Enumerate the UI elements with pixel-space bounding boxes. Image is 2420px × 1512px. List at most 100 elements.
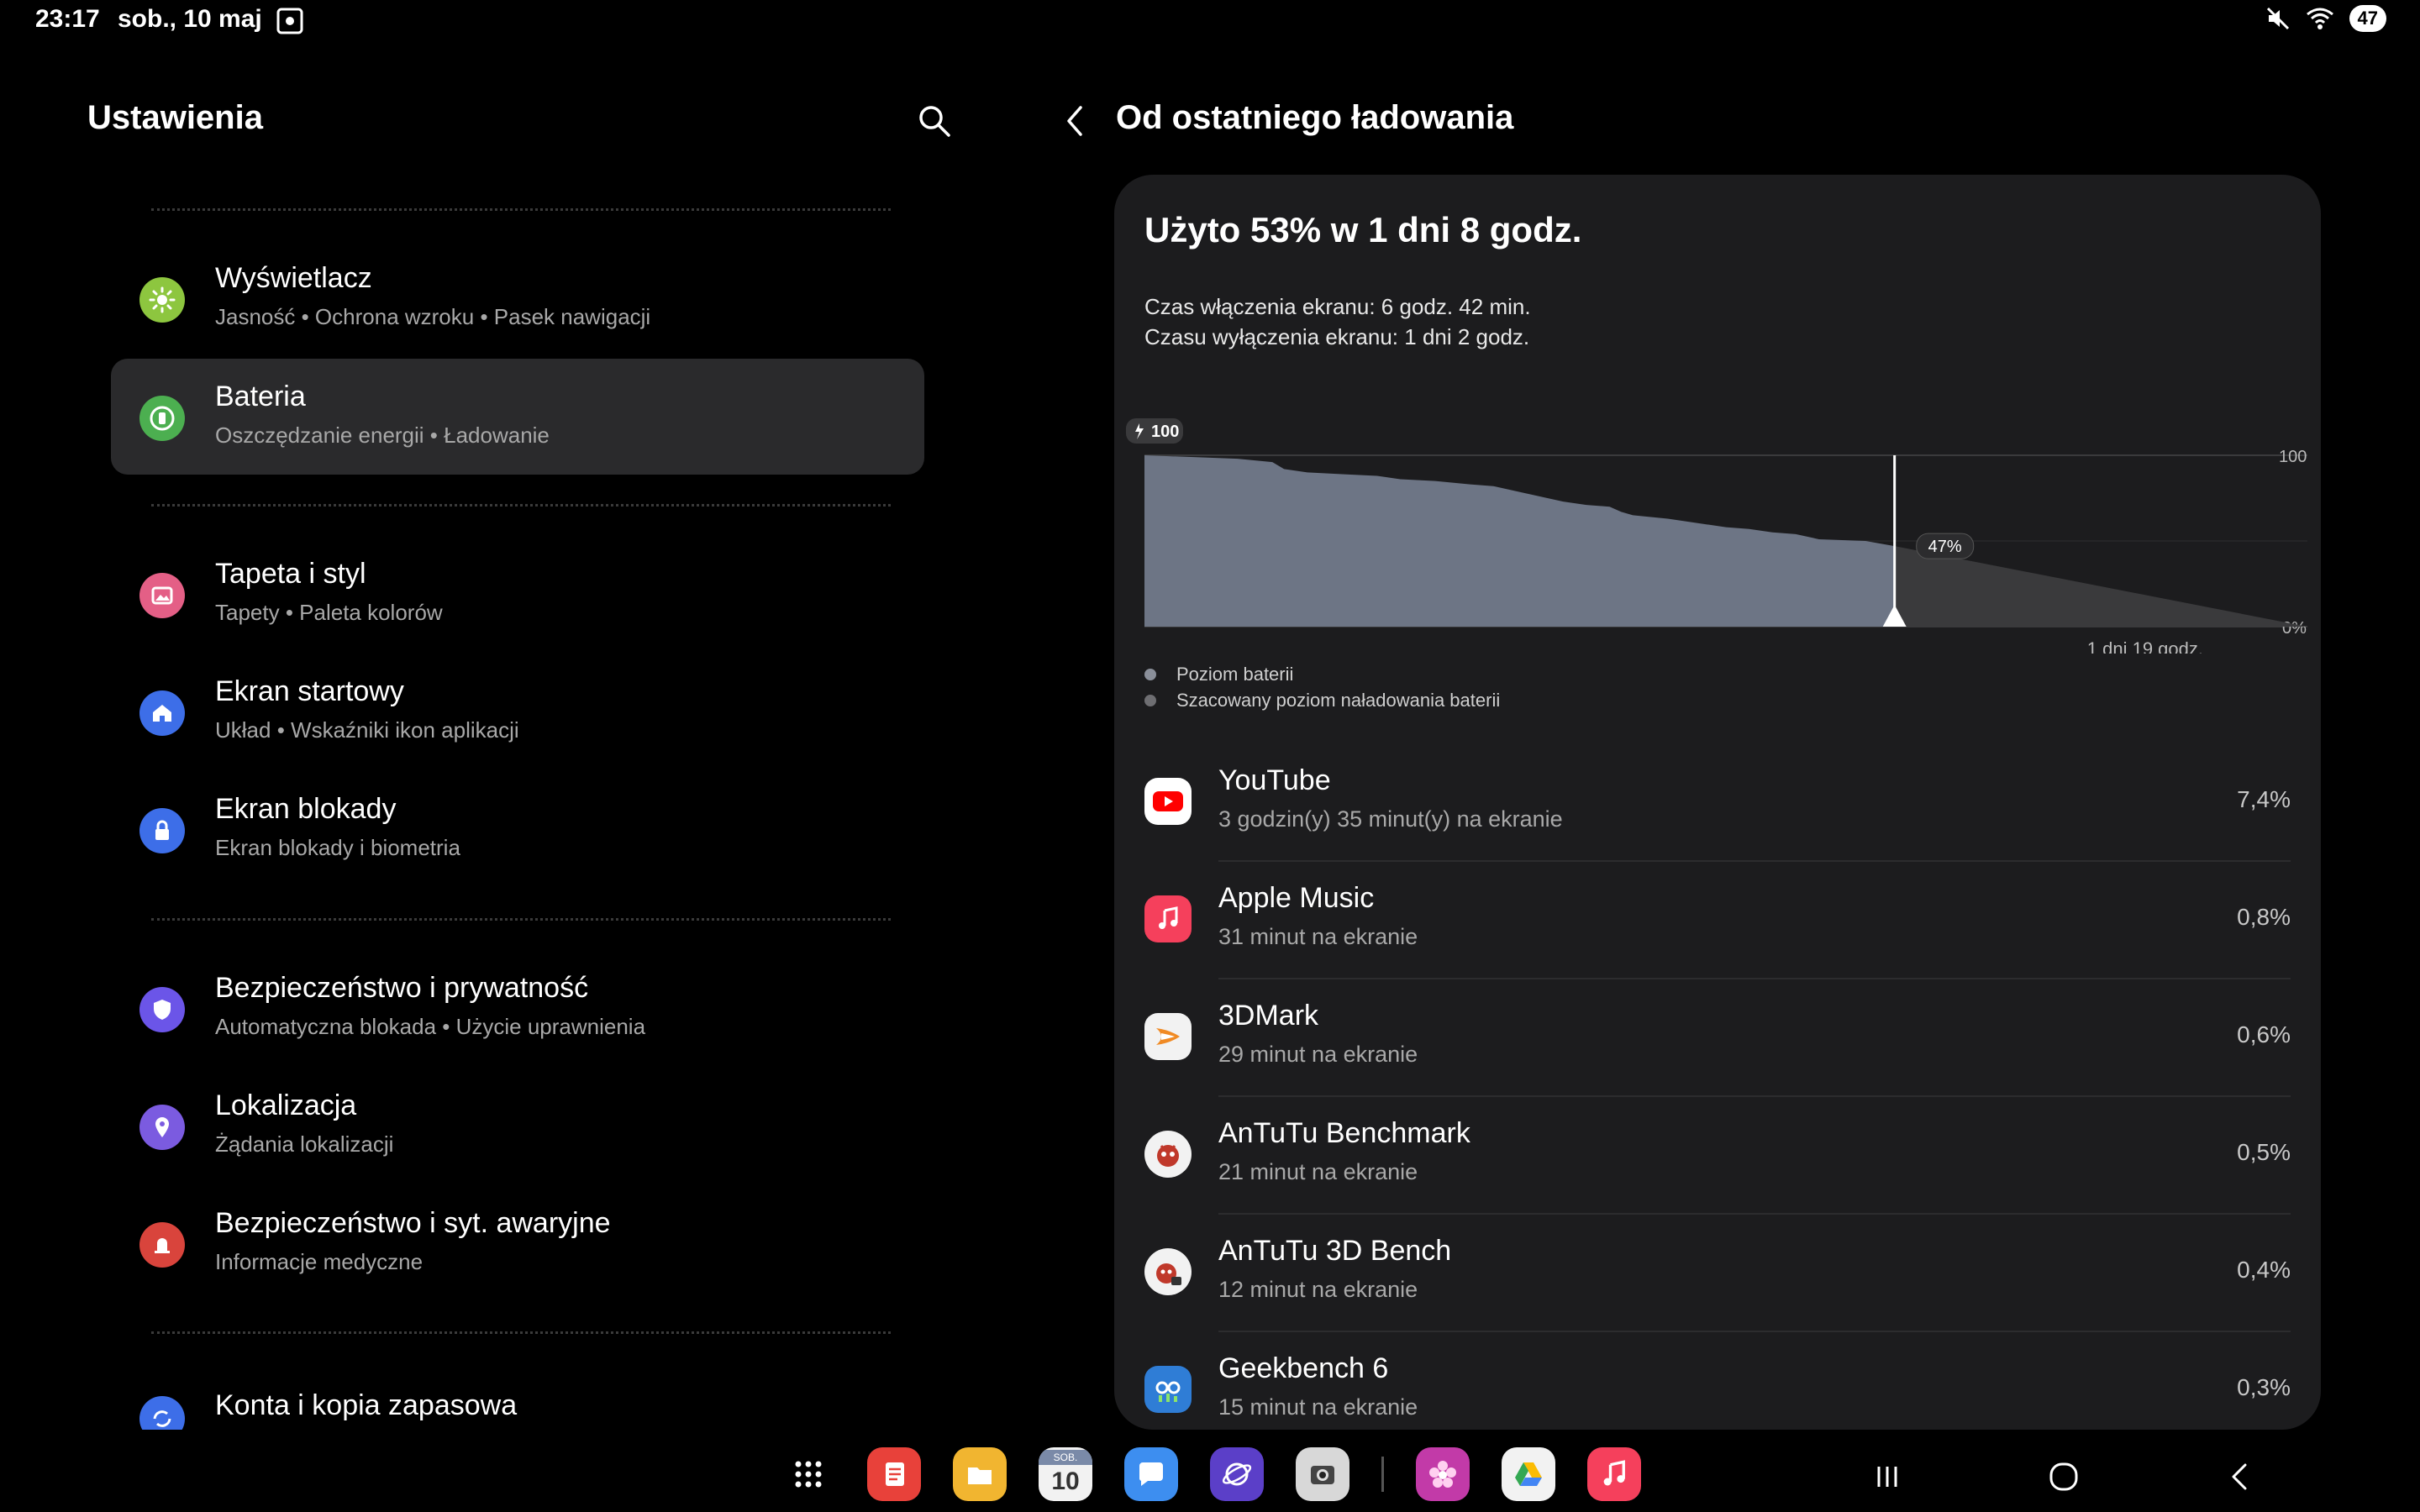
screenshot-icon xyxy=(276,8,303,34)
music-icon[interactable] xyxy=(1587,1447,1641,1501)
legend-dot xyxy=(1144,669,1156,680)
settings-item-title: Wyświetlacz xyxy=(215,262,372,294)
y-tick-label-0: 0% xyxy=(2282,619,2307,638)
legend-label: Poziom baterii xyxy=(1176,664,1294,685)
emergency-icon xyxy=(139,1222,185,1268)
shield-icon xyxy=(139,987,185,1032)
settings-item-display[interactable]: Wyświetlacz Jasność • Ochrona wzroku • P… xyxy=(111,240,924,356)
usage-headline: Użyto 53% w 1 dni 8 godz. xyxy=(1144,210,1582,249)
app-name: YouTube xyxy=(1218,764,1331,796)
app-usage: 29 minut na ekranie xyxy=(1218,1042,1418,1067)
battery-usage-card: Użyto 53% w 1 dni 8 godz. Czas włączenia… xyxy=(1114,175,2321,1430)
app-percent: 0,5% xyxy=(2237,1139,2291,1165)
recent-apps-icon xyxy=(1877,1467,1897,1487)
wallpaper-icon xyxy=(139,573,185,618)
settings-item-title: Tapeta i styl xyxy=(215,558,366,590)
home-icon xyxy=(139,690,185,736)
battery-level-area xyxy=(1144,455,1895,627)
browser-icon[interactable] xyxy=(1210,1447,1264,1501)
settings-title: Ustawienia xyxy=(87,99,263,136)
settings-item-title: Bezpieczeństwo i syt. awaryjne xyxy=(215,1207,611,1239)
section-divider xyxy=(151,918,891,921)
sync-icon xyxy=(139,1396,185,1430)
app-usage-row-apple-music[interactable]: Apple Music 31 minut na ekranie 0,8% xyxy=(1144,862,2291,979)
app-usage: 21 minut na ekranie xyxy=(1218,1159,1418,1184)
legend-label: Szacowany poziom naładowania baterii xyxy=(1176,690,1501,711)
app-name: Apple Music xyxy=(1218,882,1375,914)
app-percent: 0,3% xyxy=(2237,1374,2291,1400)
home-button[interactable] xyxy=(2039,1452,2089,1502)
location-pin-icon xyxy=(139,1105,185,1150)
apps-grid-icon[interactable] xyxy=(781,1447,835,1501)
app-usage-row-3dmark[interactable]: 3DMark 29 minut na ekranie 0,6% xyxy=(1144,979,2291,1097)
screen-off-time: Czasu wyłączenia ekranu: 1 dni 2 godz. xyxy=(1144,324,1530,349)
legend-item-battery-level: Poziom baterii xyxy=(1144,664,1293,685)
settings-item-title: Ekran blokady xyxy=(215,793,397,825)
settings-item-security-privacy[interactable]: Bezpieczeństwo i prywatność Automatyczna… xyxy=(111,950,924,1066)
wifi-icon xyxy=(2306,8,2333,29)
app-usage-row-geekbench[interactable]: Geekbench 6 15 minut na ekranie 0,3% xyxy=(1144,1332,2291,1430)
recent-apps-button[interactable] xyxy=(1862,1452,1912,1502)
settings-item-accounts-backup[interactable]: Konta i kopia zapasowa xyxy=(111,1361,924,1430)
settings-item-title: Bateria xyxy=(215,381,306,412)
app-usage-row-antutu-benchmark[interactable]: AnTuTu Benchmark 21 minut na ekranie 0,5… xyxy=(1144,1097,2291,1215)
notes-icon[interactable] xyxy=(867,1447,921,1501)
app-usage: 31 minut na ekranie xyxy=(1218,924,1418,949)
app-percent: 0,8% xyxy=(2237,904,2291,930)
app-usage-row-youtube[interactable]: YouTube 3 godzin(y) 35 minut(y) na ekran… xyxy=(1144,744,2291,862)
status-time: 23:17 xyxy=(35,5,100,33)
search-icon[interactable] xyxy=(916,102,953,139)
3dmark-icon xyxy=(1144,1013,1192,1060)
battery-detail-title: Od ostatniego ładowania xyxy=(1116,99,1514,136)
battery-level-chart[interactable]: 100 100 0% 1 dni 19 godz. 47% xyxy=(1114,402,2321,654)
mute-icon xyxy=(2266,7,2289,30)
calendar-icon[interactable]: SOB. 10 xyxy=(1039,1447,1092,1501)
settings-item-title: Ekran startowy xyxy=(215,675,404,707)
screen-on-time: Czas włączenia ekranu: 6 godz. 42 min. xyxy=(1144,294,1531,319)
legend-item-estimated-level: Szacowany poziom naładowania baterii xyxy=(1144,690,1500,711)
app-percent: 0,4% xyxy=(2237,1257,2291,1283)
dock-separator xyxy=(1381,1457,1384,1492)
battery-level-badge: 47 xyxy=(2349,5,2386,32)
back-arrow-icon[interactable] xyxy=(1057,101,1094,141)
messages-icon[interactable] xyxy=(1124,1447,1178,1501)
charge-label: 100 xyxy=(1151,423,1179,441)
settings-item-emergency[interactable]: Bezpieczeństwo i syt. awaryjne Informacj… xyxy=(111,1185,924,1301)
settings-item-subtitle: Jasność • Ochrona wzroku • Pasek nawigac… xyxy=(215,304,651,329)
settings-item-wallpaper[interactable]: Tapeta i styl Tapety • Paleta kolorów xyxy=(111,536,924,652)
app-name: 3DMark xyxy=(1218,1000,1319,1032)
app-usage-row-antutu-3d-bench[interactable]: AnTuTu 3D Bench 12 minut na ekranie 0,4% xyxy=(1144,1215,2291,1332)
settings-item-subtitle: Układ • Wskaźniki ikon aplikacji xyxy=(215,717,519,743)
status-date: sob., 10 maj xyxy=(118,5,262,33)
settings-item-battery[interactable]: Bateria Oszczędzanie energii • Ładowanie xyxy=(111,359,924,475)
status-bar: 23:17 sob., 10 maj 47 xyxy=(0,0,2420,42)
settings-item-subtitle: Automatyczna blokada • Użycie uprawnieni… xyxy=(215,1014,646,1039)
antutu-icon xyxy=(1144,1131,1192,1178)
taskbar-dock: SOB. 10 xyxy=(781,1443,1641,1505)
x-end-label: 1 dni 19 godz. xyxy=(2087,638,2203,654)
settings-item-location[interactable]: Lokalizacja Żądania lokalizacji xyxy=(111,1068,924,1184)
app-name: AnTuTu Benchmark xyxy=(1218,1117,1470,1149)
settings-item-title: Konta i kopia zapasowa xyxy=(215,1389,518,1421)
legend-dot xyxy=(1144,695,1156,706)
drive-icon[interactable] xyxy=(1502,1447,1555,1501)
calendar-day-number: 10 xyxy=(1051,1467,1080,1495)
section-divider xyxy=(151,1331,891,1334)
camera-icon[interactable] xyxy=(1296,1447,1349,1501)
geekbench-icon xyxy=(1144,1366,1192,1413)
photos-icon[interactable] xyxy=(1416,1447,1470,1501)
files-icon[interactable] xyxy=(953,1447,1007,1501)
current-level-label: 47% xyxy=(1928,538,1962,556)
app-percent: 7,4% xyxy=(2237,786,2291,812)
settings-item-home-screen[interactable]: Ekran startowy Układ • Wskaźniki ikon ap… xyxy=(111,654,924,769)
settings-item-lock-screen[interactable]: Ekran blokady Ekran blokady i biometria xyxy=(111,771,924,887)
antutu-3d-icon xyxy=(1144,1248,1192,1295)
app-usage: 12 minut na ekranie xyxy=(1218,1277,1418,1302)
app-percent: 0,6% xyxy=(2237,1021,2291,1047)
nav-back-button[interactable] xyxy=(2215,1452,2265,1502)
settings-item-title: Bezpieczeństwo i prywatność xyxy=(215,972,589,1004)
settings-item-title: Lokalizacja xyxy=(215,1089,357,1121)
settings-item-subtitle: Ekran blokady i biometria xyxy=(215,835,460,860)
y-tick-label-100: 100 xyxy=(2279,448,2307,466)
apple-music-icon xyxy=(1144,895,1192,942)
